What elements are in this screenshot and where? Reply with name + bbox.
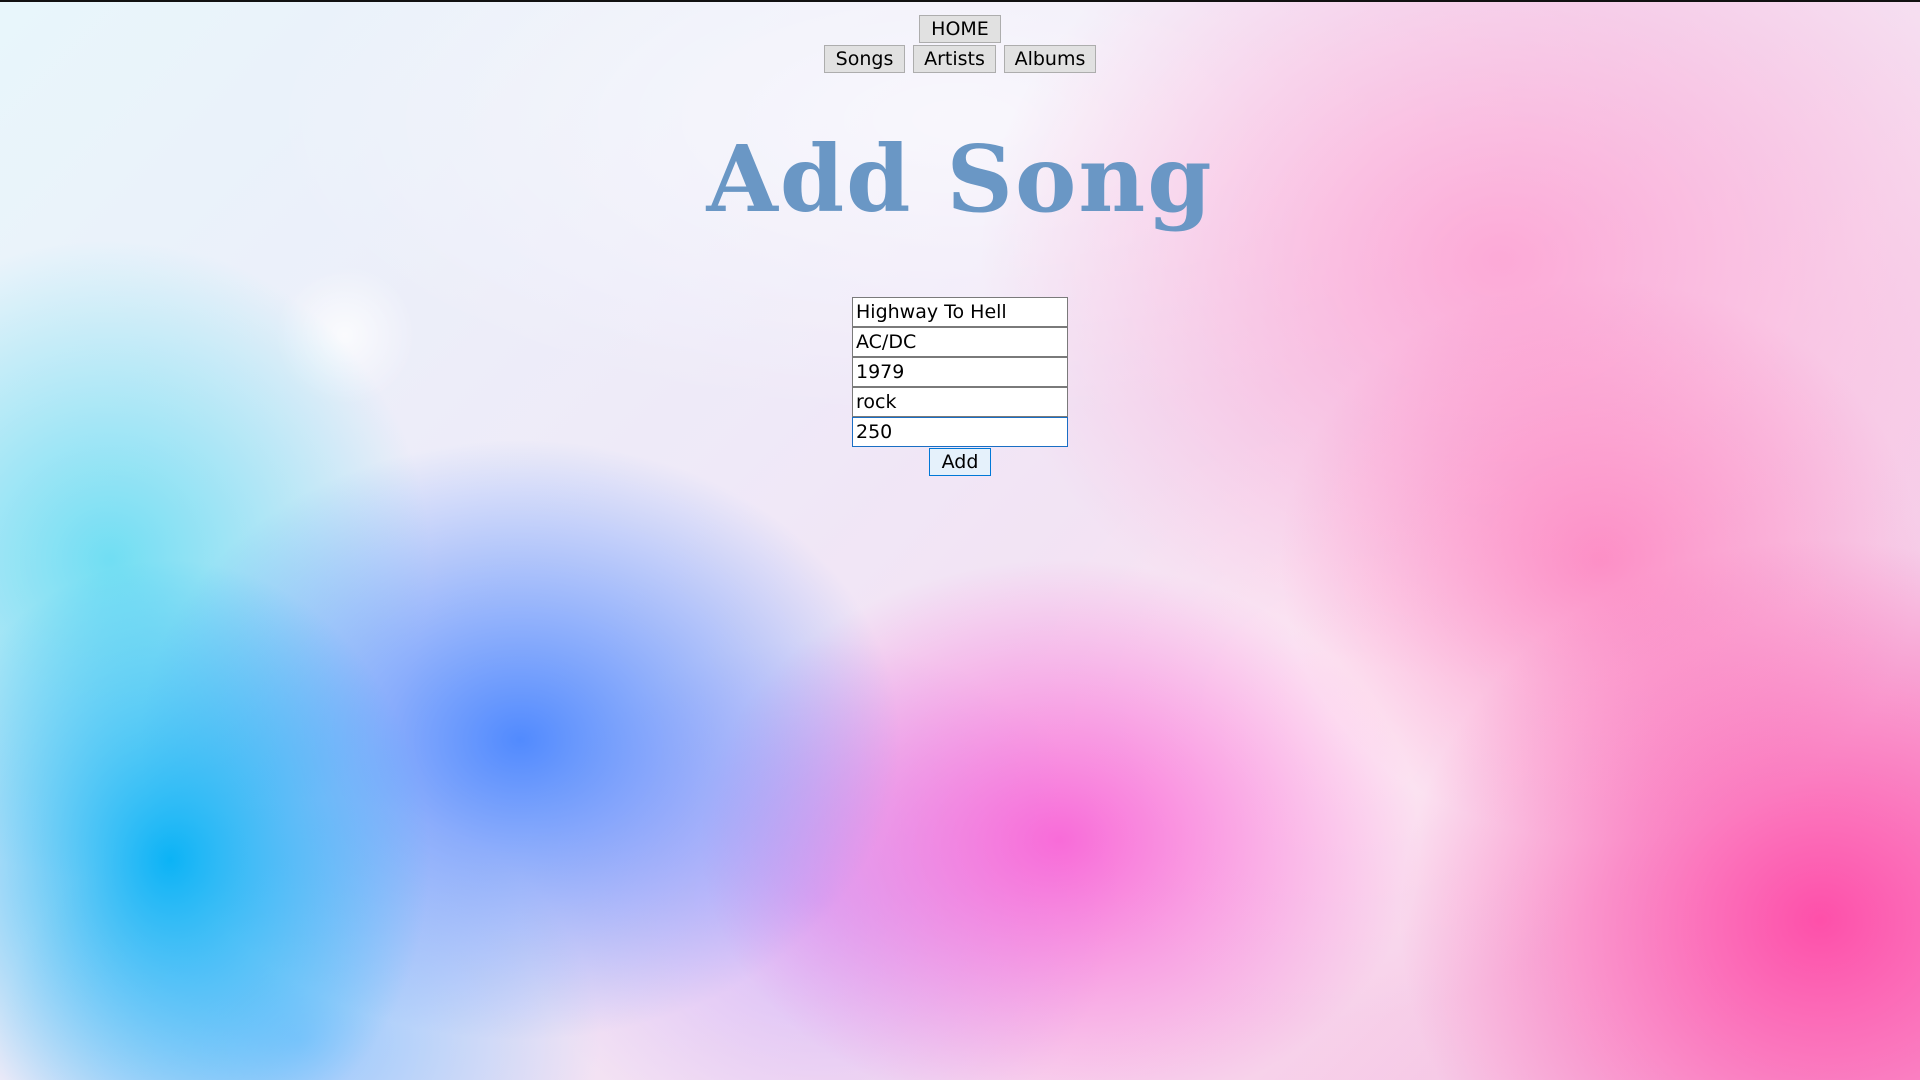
genre-field[interactable] (852, 387, 1068, 417)
songs-nav-button[interactable]: Songs (824, 45, 905, 73)
page-title: Add Song (706, 125, 1214, 233)
albums-nav-button[interactable]: Albums (1004, 45, 1096, 73)
artist-field[interactable] (852, 327, 1068, 357)
add-button[interactable]: Add (929, 448, 991, 476)
duration-field[interactable] (852, 417, 1068, 447)
home-button[interactable]: HOME (919, 15, 1001, 43)
year-field[interactable] (852, 357, 1068, 387)
page-content: HOME Songs Artists Albums Add Song Add (0, 0, 1920, 1080)
song-title-field[interactable] (852, 297, 1068, 327)
add-song-form (852, 297, 1068, 447)
artists-nav-button[interactable]: Artists (913, 45, 996, 73)
